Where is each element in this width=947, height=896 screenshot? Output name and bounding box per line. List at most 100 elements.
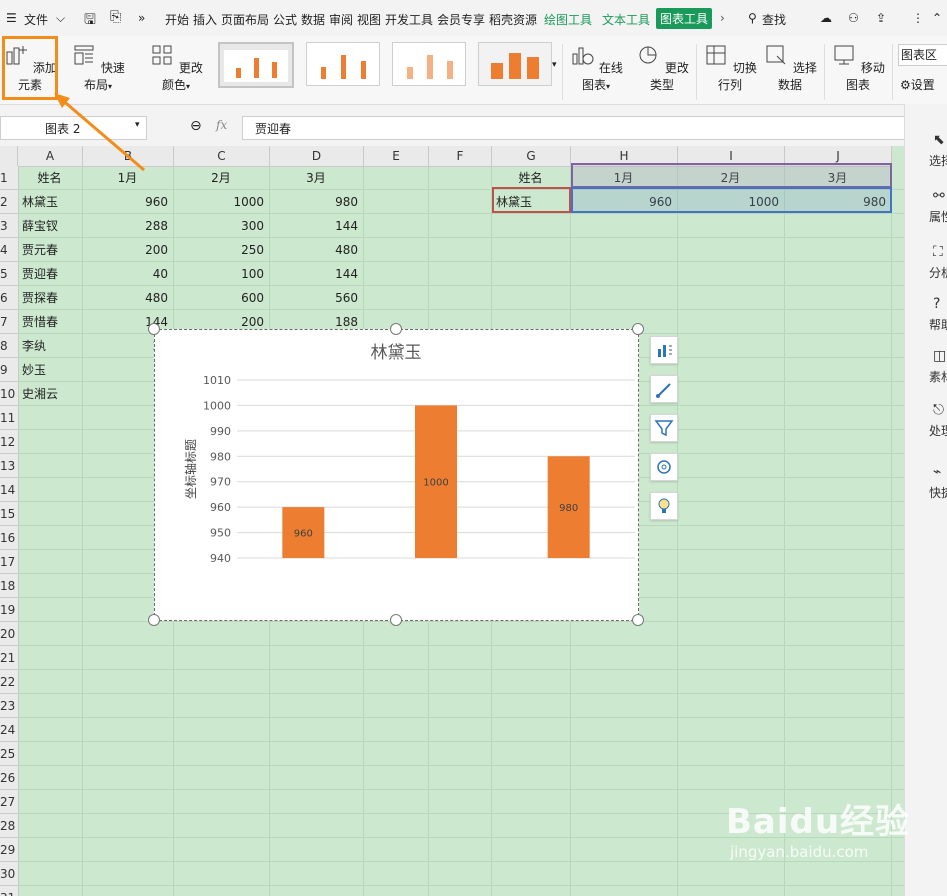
menu-tab[interactable]: 绘图工具 bbox=[544, 11, 592, 28]
table-cell[interactable]: 300 bbox=[178, 214, 264, 238]
resize-handle-bl[interactable] bbox=[148, 614, 160, 626]
table-cell[interactable]: 144 bbox=[274, 214, 358, 238]
zoom-icon[interactable]: ⊖ bbox=[190, 118, 202, 134]
change-color-button[interactable]: 更改颜色▾ bbox=[146, 42, 206, 93]
menu-tab[interactable]: 数据 bbox=[301, 11, 325, 28]
chart-style-4[interactable] bbox=[478, 42, 552, 86]
row-header[interactable]: 1 bbox=[0, 166, 19, 190]
menu-icon[interactable]: ☰ bbox=[6, 11, 17, 25]
table-cell[interactable]: 贾元春 bbox=[22, 238, 77, 262]
resize-handle-b[interactable] bbox=[390, 614, 402, 626]
panel-icon[interactable]: ⎋ bbox=[933, 402, 944, 418]
quick-layout-button[interactable]: 快速布局▾ bbox=[68, 42, 128, 93]
panel-item[interactable]: 属性 bbox=[929, 208, 947, 225]
cloud-icon[interactable]: ☁ bbox=[820, 11, 832, 25]
table-cell[interactable]: 480 bbox=[274, 238, 358, 262]
resize-handle-tr[interactable] bbox=[632, 323, 644, 335]
table-cell[interactable]: 100 bbox=[178, 262, 264, 286]
chart-style-1[interactable] bbox=[218, 42, 294, 88]
resize-handle-br[interactable] bbox=[632, 614, 644, 626]
panel-item[interactable]: 快捷 bbox=[929, 484, 947, 501]
row-header[interactable]: 2 bbox=[0, 190, 19, 214]
file-menu[interactable]: 文件 bbox=[24, 11, 48, 28]
select-data-button[interactable]: 选择数据 bbox=[762, 42, 818, 93]
row-header[interactable]: 6 bbox=[0, 286, 19, 310]
column-header[interactable]: G bbox=[492, 146, 571, 167]
collapse-icon[interactable]: ⌃ bbox=[932, 11, 942, 25]
panel-icon[interactable]: ◫ bbox=[933, 348, 946, 364]
bar-chart[interactable]: 林黛玉 940 950 960 970 980 990 1000 1010 坐标轴标题 960 100… bbox=[154, 329, 639, 621]
chart-style-button[interactable] bbox=[650, 375, 678, 403]
row-header[interactable]: 4 bbox=[0, 238, 19, 262]
column-header[interactable]: D bbox=[270, 146, 364, 167]
row-header[interactable]: 28 bbox=[0, 814, 19, 838]
panel-item[interactable]: 分析 bbox=[929, 264, 947, 281]
panel-icon[interactable]: ⛶ bbox=[933, 244, 943, 260]
menu-tab-active[interactable]: 图表工具 bbox=[656, 8, 713, 29]
row-header[interactable]: 21 bbox=[0, 646, 19, 670]
row-header[interactable]: 18 bbox=[0, 574, 19, 598]
menu-tab[interactable]: 稻壳资源 bbox=[489, 11, 537, 28]
row-header[interactable]: 25 bbox=[0, 742, 19, 766]
table-cell[interactable]: 200 bbox=[87, 238, 168, 262]
table-cell[interactable]: 妙玉 bbox=[22, 358, 77, 382]
menu-tab[interactable]: 审阅 bbox=[329, 11, 353, 28]
table-cell[interactable]: 600 bbox=[178, 286, 264, 310]
row-header[interactable]: 31 bbox=[0, 886, 19, 896]
panel-item[interactable]: 帮助 bbox=[929, 316, 947, 333]
table-cell[interactable]: 480 bbox=[87, 286, 168, 310]
panel-icon[interactable]: ? bbox=[933, 296, 940, 312]
row-header[interactable]: 26 bbox=[0, 766, 19, 790]
menu-tab[interactable]: 视图 bbox=[357, 11, 381, 28]
table-cell[interactable]: 288 bbox=[87, 214, 168, 238]
column-header[interactable]: C bbox=[174, 146, 270, 167]
online-chart-button[interactable]: 在线图表▾ bbox=[566, 42, 626, 93]
search-button[interactable]: 查找 bbox=[762, 11, 786, 28]
row-header[interactable]: 15 bbox=[0, 502, 19, 526]
more-icon[interactable]: » bbox=[138, 11, 145, 25]
panel-icon[interactable]: ⬉ bbox=[933, 132, 945, 148]
chart-style-3[interactable] bbox=[392, 42, 466, 86]
row-header[interactable]: 29 bbox=[0, 838, 19, 862]
table-cell[interactable]: 李纨 bbox=[22, 334, 77, 358]
switch-row-col-button[interactable]: 切换行列 bbox=[702, 42, 758, 93]
row-header[interactable]: 11 bbox=[0, 406, 19, 430]
row-header[interactable]: 23 bbox=[0, 694, 19, 718]
next-tabs-icon[interactable]: › bbox=[720, 11, 725, 25]
table-cell[interactable]: 3月 bbox=[274, 166, 358, 190]
table-cell[interactable]: 贾惜春 bbox=[22, 310, 77, 334]
chart-area-select[interactable]: 图表区 bbox=[898, 44, 947, 66]
change-type-button[interactable]: 更改类型 bbox=[634, 42, 690, 93]
chart-filter-button[interactable] bbox=[650, 414, 678, 442]
table-cell[interactable]: 1000 bbox=[178, 190, 264, 214]
table-cell[interactable]: 40 bbox=[87, 262, 168, 286]
table-cell[interactable]: 980 bbox=[274, 190, 358, 214]
style-more-icon[interactable]: ▾ bbox=[552, 60, 557, 70]
row-header[interactable]: 24 bbox=[0, 718, 19, 742]
row-header[interactable]: 5 bbox=[0, 262, 19, 286]
row-header[interactable]: 3 bbox=[0, 214, 19, 238]
table-cell[interactable]: 薛宝钗 bbox=[22, 214, 77, 238]
formula-input[interactable]: 贾迎春 bbox=[242, 116, 920, 140]
user-icon[interactable]: ⚇ bbox=[848, 11, 859, 25]
row-header[interactable]: 22 bbox=[0, 670, 19, 694]
chart-settings-button[interactable] bbox=[650, 453, 678, 481]
table-cell[interactable]: 2月 bbox=[178, 166, 264, 190]
export-icon[interactable]: ⎘ bbox=[110, 9, 121, 25]
table-cell[interactable]: 贾探春 bbox=[22, 286, 77, 310]
corner-cell[interactable] bbox=[0, 146, 18, 167]
panel-item[interactable]: 处理 bbox=[929, 422, 947, 439]
row-header[interactable]: 14 bbox=[0, 478, 19, 502]
table-cell[interactable]: 贾迎春 bbox=[22, 262, 77, 286]
table-cell[interactable]: 960 bbox=[87, 190, 168, 214]
table-cell[interactable]: 林黛玉 bbox=[22, 190, 77, 214]
row-header[interactable]: 20 bbox=[0, 622, 19, 646]
row-header[interactable]: 30 bbox=[0, 862, 19, 886]
menu-tab[interactable]: 页面布局 bbox=[221, 11, 269, 28]
smart-tips-button[interactable] bbox=[650, 492, 678, 520]
row-header[interactable]: 13 bbox=[0, 454, 19, 478]
move-chart-button[interactable]: 移动图表 bbox=[830, 42, 886, 93]
menu-tab[interactable]: 文本工具 bbox=[602, 11, 650, 28]
row-header[interactable]: 10 bbox=[0, 382, 19, 406]
search-icon[interactable]: ⚲ bbox=[748, 11, 757, 25]
